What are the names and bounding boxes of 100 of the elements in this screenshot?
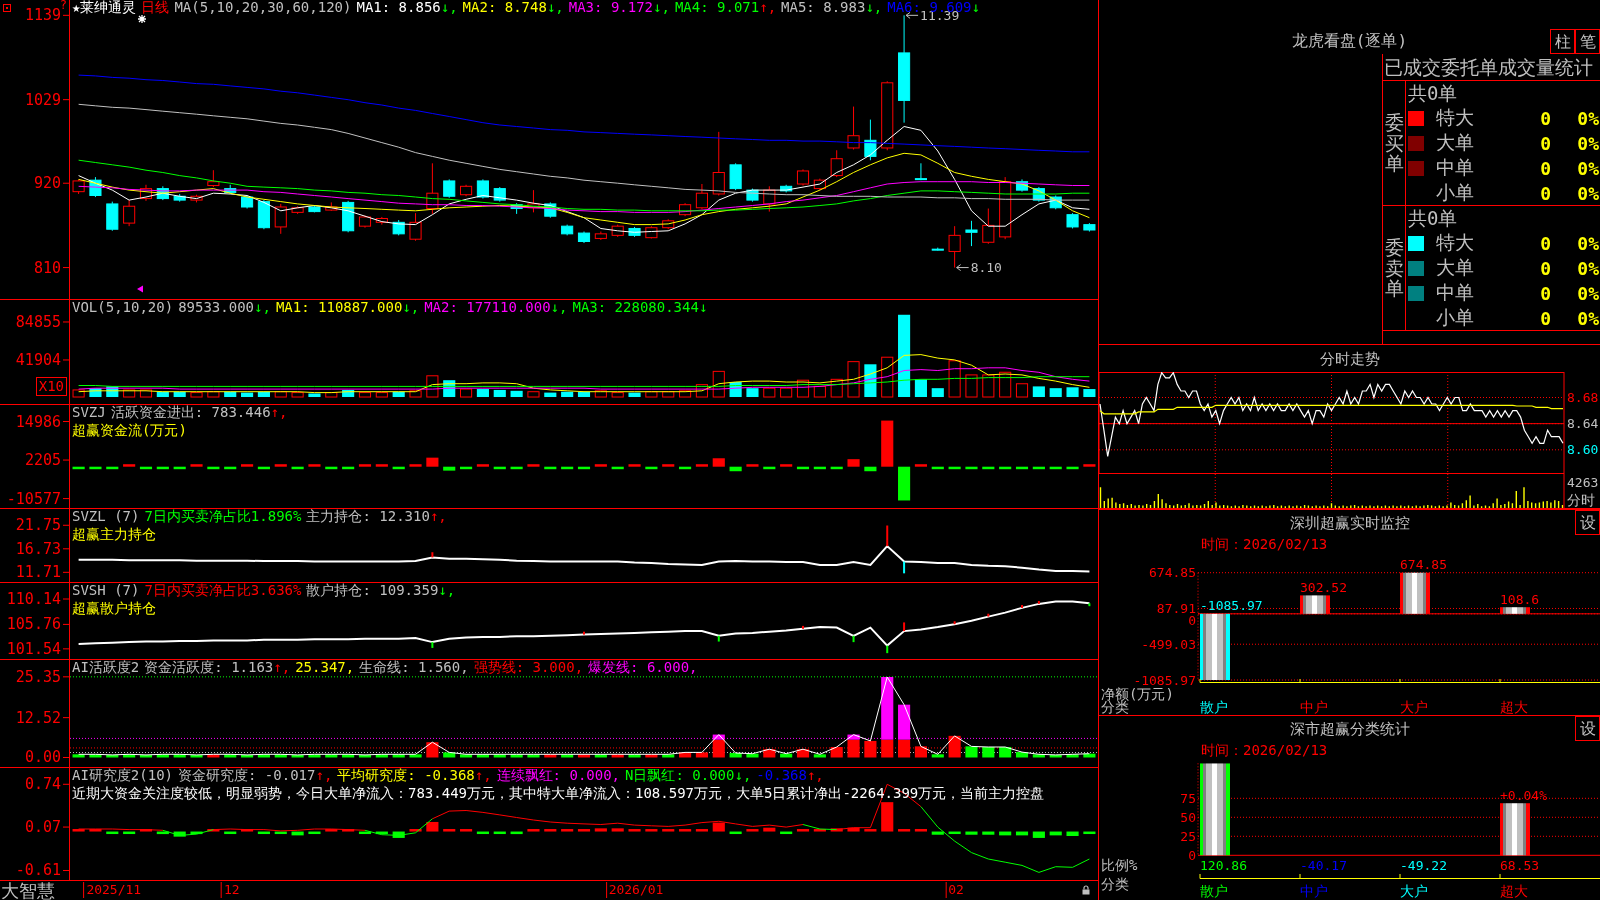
price-annotation: 8.10 [970, 260, 1002, 276]
category-label: 散户 [1200, 883, 1228, 899]
axis-label: 810 [33, 258, 61, 277]
indicator-value: MA1: 8.856↓, [356, 0, 458, 15]
category-label: 中户 [1300, 883, 1328, 899]
indicator-value: 连续飘红: 0.000, [496, 768, 621, 783]
category-label: 中户 [1300, 699, 1328, 715]
indicator-value: 活跃资金进出: 783.446↑, [110, 405, 288, 420]
data-label: 674.85 [1400, 557, 1447, 573]
indicator-value: 散户持仓: 109.359↓, [306, 583, 456, 598]
date-label: 12 [220, 882, 240, 898]
indicator-value: 平均研究度: -0.368↑, [337, 768, 492, 783]
indicator-value: MA1: 110887.000↓, [275, 300, 420, 315]
indicator-value: -0.368↑, [756, 768, 824, 783]
row-label: 中单 [1436, 155, 1475, 180]
axis-title: 比例% [1101, 857, 1138, 873]
axis-label: 2205 [24, 451, 61, 470]
axis-title: 分时 [1567, 492, 1595, 508]
count-value: 0 [1539, 157, 1552, 179]
axis-label: 1029 [24, 90, 61, 109]
panel-title: 龙虎看盘(逐单) [1291, 31, 1408, 51]
axis-label: 14986 [15, 412, 61, 431]
count-value: 0 [1539, 307, 1552, 329]
axis-label: 21.75 [15, 516, 61, 535]
indicator-value: 爆发线: 6.000, [588, 660, 698, 675]
indicator-value: 7日内买卖净占比3.636% [144, 583, 302, 598]
indicator-value: MA2: 8.748↓, [462, 0, 564, 15]
share-value: 0% [1576, 257, 1600, 279]
share-value: 0% [1576, 282, 1600, 304]
data-label: -49.22 [1400, 857, 1447, 873]
indicator-value: MA4: 9.071↑, [674, 0, 777, 15]
table-title: 已成交委托单成交量统计 [1383, 54, 1600, 81]
category-label: 大户 [1400, 883, 1428, 899]
indicator-value: MA3: 228080.344↓ [572, 300, 708, 315]
data-label: 68.53 [1500, 857, 1540, 873]
indicator-value: N日飘红: 0.000↓, [625, 768, 752, 783]
data-label: 108.6 [1500, 591, 1540, 607]
share-value: 0% [1576, 157, 1600, 179]
axis-label: 4263 [1567, 474, 1599, 490]
indicator-title: AI活跃度2 [72, 660, 140, 675]
indicator-title: SVZL (7) [72, 509, 140, 524]
indicator-value: 日线 [141, 0, 170, 15]
group-label: 委卖单 [1384, 236, 1404, 300]
date-label: 2026/01 [605, 882, 664, 898]
indicator-title: ★莱绅通灵 [72, 0, 137, 15]
category-label: 超大 [1500, 883, 1528, 899]
share-value: 0% [1576, 232, 1600, 254]
scale-indicator: X10 [35, 377, 67, 396]
indicator-value: MA2: 177110.000↓, [424, 300, 568, 315]
indicator-value: 7日内买卖净占比1.896% [144, 509, 302, 524]
count-value: 0 [1539, 232, 1552, 254]
indicator-title: VOL(5,10,20) [72, 300, 174, 315]
indicator-value: 强势线: 3.000, [473, 660, 584, 675]
axis-label: 8.68 [1567, 390, 1599, 405]
axis-label: 75 [1180, 790, 1196, 806]
count-value: 0 [1539, 282, 1552, 304]
share-value: 0% [1576, 132, 1600, 154]
category-label: 散户 [1200, 699, 1228, 715]
group-label: 委买单 [1384, 111, 1404, 175]
row-label: 大单 [1436, 255, 1475, 280]
brand-label: 大智慧 [0, 881, 55, 900]
indicator-title: SVSH (7) [72, 583, 140, 598]
row-label: 大单 [1436, 130, 1475, 155]
axis-label: 0.07 [24, 818, 61, 837]
share-value: 0% [1576, 107, 1600, 129]
category-label: 大户 [1400, 699, 1428, 715]
row-label: 小单 [1436, 305, 1475, 330]
axis-label: 12.52 [15, 708, 61, 727]
category-label: 超大 [1500, 699, 1528, 715]
data-label: 120.86 [1200, 857, 1247, 873]
axis-title: 净额(万元) [1101, 686, 1174, 702]
panel-title: 深圳超赢实时监控 [1289, 513, 1410, 533]
share-value: 0% [1576, 307, 1600, 329]
date-label: 02 [945, 882, 964, 898]
axis-label: 8.60 [1567, 442, 1599, 458]
indicator-value: MA(5,10,20,30,60,120) [174, 0, 352, 15]
count-value: 0 [1539, 257, 1552, 279]
indicator-value: 主力持仓: 12.310↑, [306, 509, 447, 524]
axis-label: 0 [1188, 847, 1196, 863]
count-value: 0 [1539, 132, 1552, 154]
date-label: 2025/11 [83, 882, 142, 898]
axis-title: 分类 [1101, 876, 1129, 892]
axis-label: -10577 [6, 489, 61, 508]
indicator-value: MA3: 9.172↓, [568, 0, 670, 15]
axis-label: 25 [1180, 828, 1196, 844]
indicator-value: 25.347, [295, 660, 355, 675]
axis-label: 0.00 [24, 748, 61, 767]
row-label: 特大 [1436, 105, 1475, 130]
axis-label: 25.35 [15, 667, 61, 686]
indicator-subtitle: 超赢散户持仓 [72, 601, 156, 616]
axis-label: -499.03 [1141, 636, 1196, 652]
indicator-value: 资金研究度: -0.017↑, [178, 768, 333, 783]
axis-label: 84855 [15, 312, 61, 331]
indicator-title: SVZJ [72, 405, 106, 420]
row-label: 中单 [1436, 280, 1475, 305]
axis-label: 8.64 [1567, 416, 1599, 432]
indicator-value: 89533.000↓, [178, 300, 271, 315]
time-label: 时间：2026/02/13 [1200, 742, 1329, 758]
row-label: 小单 [1436, 180, 1475, 205]
axis-label: -0.61 [15, 861, 61, 880]
